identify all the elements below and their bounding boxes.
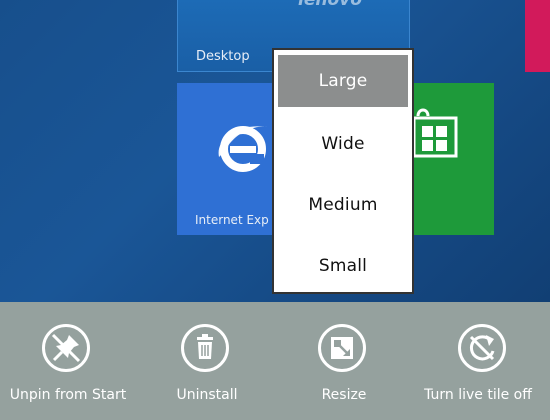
store-tile[interactable] xyxy=(408,83,494,235)
internet-explorer-icon xyxy=(213,117,273,181)
resize-button[interactable]: Resize xyxy=(274,302,414,420)
resize-option-small[interactable]: Small xyxy=(278,237,408,295)
turn-live-tile-off-label: Turn live tile off xyxy=(424,387,532,403)
live-tile-icon xyxy=(458,324,506,372)
app-bar: Unpin from Start Uninstall Resize Turn l… xyxy=(0,302,550,420)
resize-option-wide[interactable]: Wide xyxy=(278,115,408,173)
store-icon xyxy=(412,106,460,162)
internet-explorer-tile[interactable]: Internet Exp xyxy=(177,83,287,235)
pink-tile[interactable] xyxy=(525,0,550,72)
uninstall-label: Uninstall xyxy=(176,387,238,403)
uninstall-button[interactable]: Uninstall xyxy=(137,302,277,420)
resize-icon xyxy=(318,324,366,372)
desktop-tile-label: Desktop xyxy=(196,49,250,64)
trash-icon xyxy=(181,324,229,372)
unpin-icon xyxy=(42,324,90,372)
turn-live-tile-off-button[interactable]: Turn live tile off xyxy=(414,302,550,420)
resize-menu: Large Wide Medium Small xyxy=(272,48,414,294)
resize-label: Resize xyxy=(321,387,367,403)
unpin-from-start-label: Unpin from Start xyxy=(9,387,127,403)
unpin-from-start-button[interactable]: Unpin from Start xyxy=(0,302,138,420)
lenovo-logo: lenovo xyxy=(298,0,362,10)
internet-explorer-tile-label: Internet Exp xyxy=(195,213,269,227)
resize-option-medium[interactable]: Medium xyxy=(278,176,408,234)
resize-option-large[interactable]: Large xyxy=(278,55,408,107)
